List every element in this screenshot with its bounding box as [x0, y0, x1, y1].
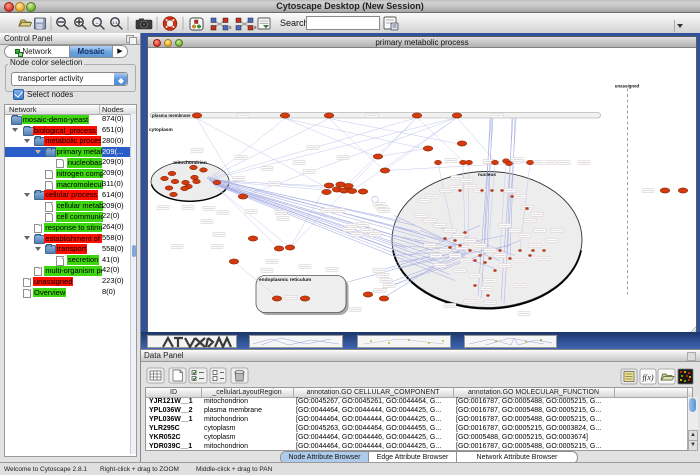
svg-text:1:1: 1:1	[112, 20, 118, 25]
svg-text:nucleus: nucleus	[478, 172, 496, 178]
svg-text:x: x	[254, 25, 257, 31]
svg-text:mitochondrion: mitochondrion	[173, 160, 207, 166]
svg-text:x: x	[229, 25, 232, 31]
svg-text:↔: ↔	[95, 20, 100, 25]
svg-text:f(x): f(x)	[642, 373, 653, 382]
svg-text:cytoplasm: cytoplasm	[149, 127, 173, 133]
svg-text:plasma membrane: plasma membrane	[152, 113, 191, 118]
svg-text:unassigned: unassigned	[615, 84, 640, 89]
svg-text:endoplasmic reticulum: endoplasmic reticulum	[259, 277, 311, 283]
